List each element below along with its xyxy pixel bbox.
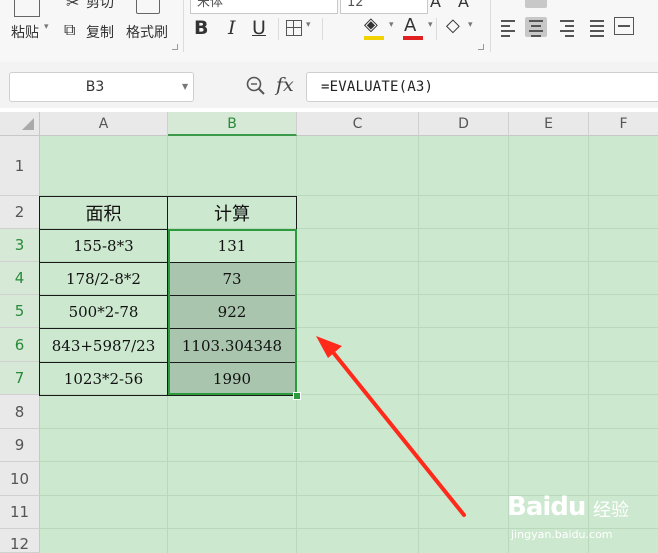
select-all-corner[interactable] — [0, 112, 40, 136]
row-header-5[interactable]: 5 — [0, 295, 40, 328]
name-box-dropdown-icon[interactable]: ▼ — [182, 73, 188, 101]
watermark-url: jingyan.baidu.com — [511, 528, 613, 541]
row-header-2[interactable]: 2 — [0, 196, 40, 229]
bold-button[interactable]: B — [194, 17, 208, 39]
row-header-11[interactable]: 11 — [0, 496, 40, 529]
cell-a5[interactable]: 500*2-78 — [39, 295, 168, 329]
justify-button[interactable] — [586, 17, 608, 37]
row-header-6[interactable]: 6 — [0, 328, 40, 362]
column-header-e[interactable]: E — [509, 112, 589, 136]
font-color-swatch — [403, 36, 423, 40]
name-box-value: B3 — [85, 79, 105, 95]
watermark-cn: 经验 — [593, 500, 629, 521]
clipboard-group-launcher-icon[interactable] — [172, 44, 178, 50]
grow-font-icon[interactable]: A — [430, 0, 441, 11]
column-header-c[interactable]: C — [297, 112, 419, 136]
watermark-brand: Baidu — [507, 492, 586, 522]
cell-a4[interactable]: 178/2-8*2 — [39, 262, 168, 296]
selection-range-border — [168, 229, 297, 395]
gridline — [418, 136, 419, 553]
formula-input[interactable]: =EVALUATE(A3) — [306, 72, 658, 102]
font-name-select[interactable]: 宋体 — [190, 0, 338, 14]
paste-icon[interactable] — [14, 0, 40, 17]
insert-function-button[interactable]: fx — [276, 74, 294, 96]
font-group-launcher-icon[interactable] — [478, 44, 484, 50]
format-painter-button[interactable]: 格式刷 — [126, 22, 168, 42]
scissors-icon[interactable]: ✂ — [66, 0, 79, 12]
separator — [436, 18, 437, 40]
wrap-top-button[interactable] — [615, 0, 637, 8]
align-top-button[interactable] — [525, 0, 547, 8]
paste-dropdown-icon[interactable]: ▾ — [44, 22, 49, 32]
baidu-jingyan-watermark: Baidu 经验 jingyan.baidu.com — [505, 490, 655, 550]
align-center-button[interactable] — [525, 17, 547, 37]
font-size-select[interactable]: 12 — [340, 0, 428, 14]
row-header-8[interactable]: 8 — [0, 395, 40, 429]
row-header-4[interactable]: 4 — [0, 262, 40, 295]
copy-button[interactable]: 复制 — [86, 22, 114, 42]
gridline — [40, 428, 658, 429]
fill-color-dropdown-icon[interactable]: ▾ — [389, 20, 394, 30]
select-all-triangle-icon — [22, 118, 34, 130]
cut-button[interactable]: 剪切 — [86, 0, 114, 12]
underline-button[interactable]: U — [252, 17, 266, 39]
cell-a3[interactable]: 155-8*3 — [39, 229, 168, 263]
separator — [183, 0, 184, 52]
column-header-b[interactable]: B — [168, 112, 297, 136]
row-header-1[interactable]: 1 — [0, 136, 40, 196]
column-header-d[interactable]: D — [419, 112, 509, 136]
zoom-formula-icon[interactable] — [246, 76, 266, 96]
row-header-12[interactable]: 12 — [0, 529, 40, 553]
fill-color-icon[interactable]: ◈ — [364, 14, 378, 35]
align-right-button[interactable] — [556, 17, 578, 37]
format-painter-icon[interactable] — [136, 0, 160, 14]
formula-text: =EVALUATE(A3) — [321, 79, 434, 95]
paste-button[interactable]: 粘贴 — [11, 22, 39, 42]
borders-icon[interactable] — [286, 20, 302, 36]
cell-b2[interactable]: 计算 — [167, 196, 297, 230]
separator — [490, 0, 491, 52]
shrink-font-icon[interactable]: A — [458, 0, 469, 11]
clear-format-icon[interactable]: ◇ — [446, 15, 460, 36]
separator — [322, 18, 323, 40]
gridline — [40, 461, 658, 462]
ribbon-toolbar: 粘贴 ▾ ✂ 剪切 ⧉ 复制 格式刷 宋体 12 A A B I U ▾ ◈ ▾… — [0, 0, 658, 63]
column-header-a[interactable]: A — [40, 112, 168, 136]
align-bottom-button[interactable] — [586, 0, 608, 8]
distributed-align-icon[interactable] — [614, 17, 634, 35]
row-header-3[interactable]: 3 — [0, 229, 40, 262]
italic-button[interactable]: I — [228, 17, 236, 39]
font-color-icon[interactable]: A — [404, 15, 416, 36]
fill-handle[interactable] — [293, 392, 301, 400]
name-box[interactable]: B3 ▼ — [9, 72, 194, 102]
column-header-f[interactable]: F — [589, 112, 658, 136]
cell-a2[interactable]: 面积 — [39, 196, 168, 230]
cell-a6[interactable]: 843+5987/23 — [39, 328, 168, 363]
row-header-7[interactable]: 7 — [0, 362, 40, 395]
align-middle-button[interactable] — [556, 0, 578, 8]
fill-color-swatch — [364, 36, 384, 40]
copy-icon[interactable]: ⧉ — [64, 20, 75, 40]
row-header-9[interactable]: 9 — [0, 429, 40, 462]
separator — [278, 18, 279, 40]
cell-a7[interactable]: 1023*2-56 — [39, 362, 168, 396]
row-header-10[interactable]: 10 — [0, 462, 40, 496]
borders-dropdown-icon[interactable]: ▾ — [306, 20, 311, 30]
clear-format-dropdown-icon[interactable]: ▾ — [468, 20, 473, 30]
align-left-button[interactable] — [497, 17, 519, 37]
font-color-dropdown-icon[interactable]: ▾ — [428, 20, 433, 30]
